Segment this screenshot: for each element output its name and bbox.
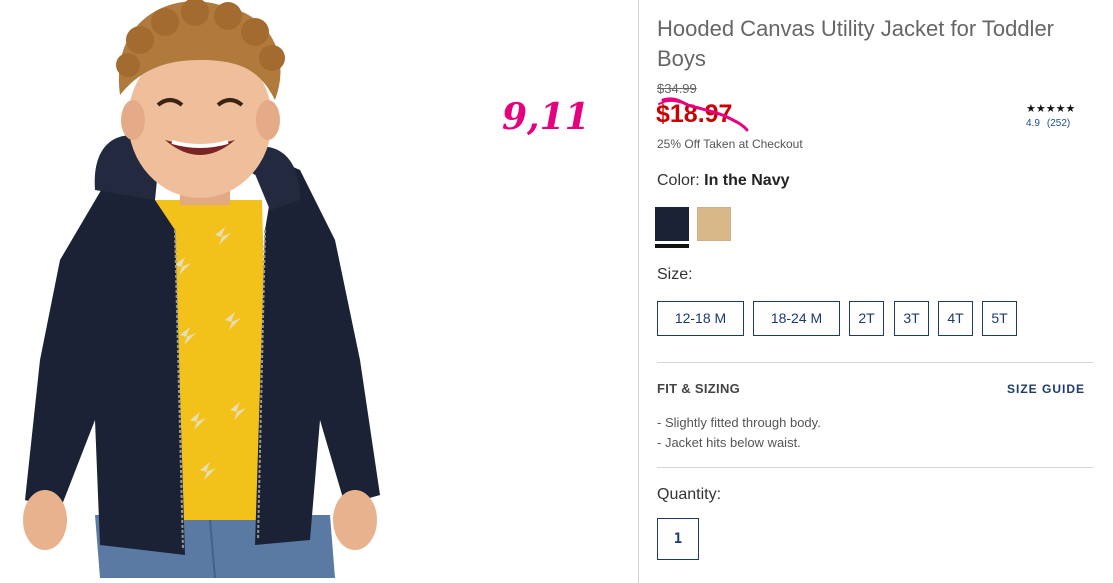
fit-details-list: Slightly fitted through body. Jacket hit… <box>657 413 821 453</box>
size-button-18-24m[interactable]: 18-24 M <box>753 301 840 336</box>
promo-text: 25% Off Taken at Checkout <box>657 137 803 151</box>
original-price: $34.99 <box>657 81 697 96</box>
size-button-3t[interactable]: 3T <box>894 301 929 336</box>
selected-swatch-indicator <box>655 244 689 248</box>
column-divider <box>638 0 639 583</box>
color-swatch-tan[interactable] <box>697 207 731 241</box>
size-button-4t[interactable]: 4T <box>938 301 973 336</box>
section-divider <box>657 362 1093 363</box>
size-button-2t[interactable]: 2T <box>849 301 884 336</box>
color-label: Color: <box>657 172 700 189</box>
size-button-12-18m[interactable]: 12-18 M <box>657 301 744 336</box>
color-swatch-navy[interactable] <box>655 207 689 241</box>
sale-price: $18.97 <box>656 100 733 128</box>
color-selector-label: Color: In the Navy <box>657 172 790 190</box>
rating[interactable]: ★★★★★ 4.9 (252) <box>1026 103 1077 129</box>
section-divider <box>657 467 1093 468</box>
size-label: Size: <box>657 266 693 283</box>
fit-bullet: Jacket hits below waist. <box>657 433 821 453</box>
handwritten-annotation: 9,11 <box>502 96 590 138</box>
product-image <box>0 0 437 578</box>
quantity-label: Quantity: <box>657 486 722 503</box>
star-rating-icon: ★★★★★ <box>1026 103 1076 115</box>
size-guide-link[interactable]: SIZE GUIDE <box>1007 382 1085 396</box>
selected-color-name: In the Navy <box>704 172 790 189</box>
rating-count: (252) <box>1046 118 1071 129</box>
toddler-jacket-illustration <box>23 0 380 578</box>
product-title: Hooded Canvas Utility Jacket for Toddler… <box>657 16 1055 71</box>
fit-sizing-heading: FIT & SIZING <box>657 381 741 396</box>
rating-score: 4.9 <box>1026 118 1040 129</box>
size-button-5t[interactable]: 5T <box>982 301 1017 336</box>
fit-bullet: Slightly fitted through body. <box>657 413 821 433</box>
quantity-selector[interactable]: 1 <box>657 518 699 560</box>
rating-meta: 4.9 (252) <box>1026 118 1077 129</box>
